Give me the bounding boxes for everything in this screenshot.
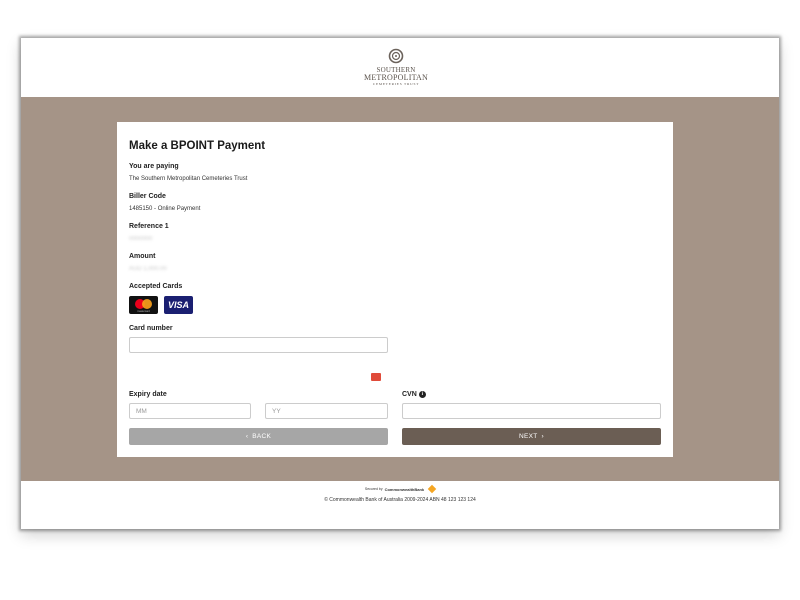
expiry-month-input[interactable]: MM [129, 403, 251, 419]
payment-card: Make a BPOINT Payment You are paying The… [117, 122, 673, 457]
smct-logo: SOUTHERN METROPOLITAN CEMETERIES TRUST [364, 48, 428, 87]
back-button-label: BACK [252, 433, 272, 440]
credit-card-icon [371, 373, 381, 381]
secured-brand: CommonwealthBank [384, 486, 425, 492]
logo-text-line3: CEMETERIES TRUST [372, 82, 420, 86]
chevron-right-icon: › [541, 433, 544, 440]
mastercard-orange-circle [142, 299, 152, 309]
mastercard-caption: mastercard [137, 310, 150, 313]
amount-section: Amount AUD 1,000.00 [129, 253, 661, 272]
back-button[interactable]: ‹ BACK [129, 428, 388, 445]
expiry-year-input[interactable]: YY [265, 403, 388, 419]
cvn-input[interactable] [402, 403, 661, 419]
chevron-left-icon: ‹ [245, 433, 249, 440]
paying-section: You are paying The Southern Metropolitan… [129, 163, 661, 182]
card-number-input[interactable] [129, 337, 388, 353]
biller-section: Biller Code 1485150 - Online Payment [129, 193, 661, 212]
reference-label: Reference 1 [129, 223, 169, 230]
secured-prefix: Secured by [364, 487, 383, 491]
biller-code-label: Biller Code [129, 193, 166, 200]
paying-label: You are paying [129, 163, 179, 170]
card-number-section: Card number [129, 325, 661, 381]
amount-value: AUD 1,000.00 [129, 266, 167, 272]
accepted-cards-section: Accepted Cards mastercard VISA [129, 283, 661, 314]
logo-text-line2: METROPOLITAN [364, 73, 428, 82]
accepted-cards-label: Accepted Cards [129, 283, 183, 290]
page-title: Make a BPOINT Payment [129, 140, 266, 152]
site-header: SOUTHERN METROPOLITAN CEMETERIES TRUST [21, 38, 779, 98]
cvn-label: CVN [402, 391, 417, 398]
copyright-text: © Commonwealth Bank of Australia 2009-20… [324, 497, 476, 503]
visa-icon: VISA [164, 296, 193, 314]
site-footer: Secured by CommonwealthBank © Commonweal… [21, 481, 779, 529]
info-icon[interactable]: i [418, 391, 426, 398]
biller-code-value: 1485150 - Online Payment [129, 206, 201, 212]
commbank-diamond-icon [427, 484, 437, 494]
ring-emblem-icon [388, 48, 404, 64]
amount-label: Amount [129, 253, 156, 260]
card-number-label: Card number [129, 325, 173, 332]
paying-value: The Southern Metropolitan Cemeteries Tru… [129, 176, 248, 182]
secured-by-badge: Secured by CommonwealthBank [21, 484, 779, 494]
reference-section: Reference 1 0000000 [129, 223, 661, 242]
next-button-label: NEXT [518, 433, 538, 440]
cvn-label-group: CVN i [402, 391, 426, 398]
content-band: Make a BPOINT Payment You are paying The… [21, 97, 779, 481]
next-button[interactable]: NEXT › [402, 428, 661, 445]
browser-page: SOUTHERN METROPOLITAN CEMETERIES TRUST M… [21, 38, 779, 529]
accepted-cards-list: mastercard VISA [129, 296, 661, 314]
mastercard-icon: mastercard [129, 296, 158, 314]
reference-value: 0000000 [129, 236, 153, 242]
expiry-date-label: Expiry date [129, 391, 167, 398]
